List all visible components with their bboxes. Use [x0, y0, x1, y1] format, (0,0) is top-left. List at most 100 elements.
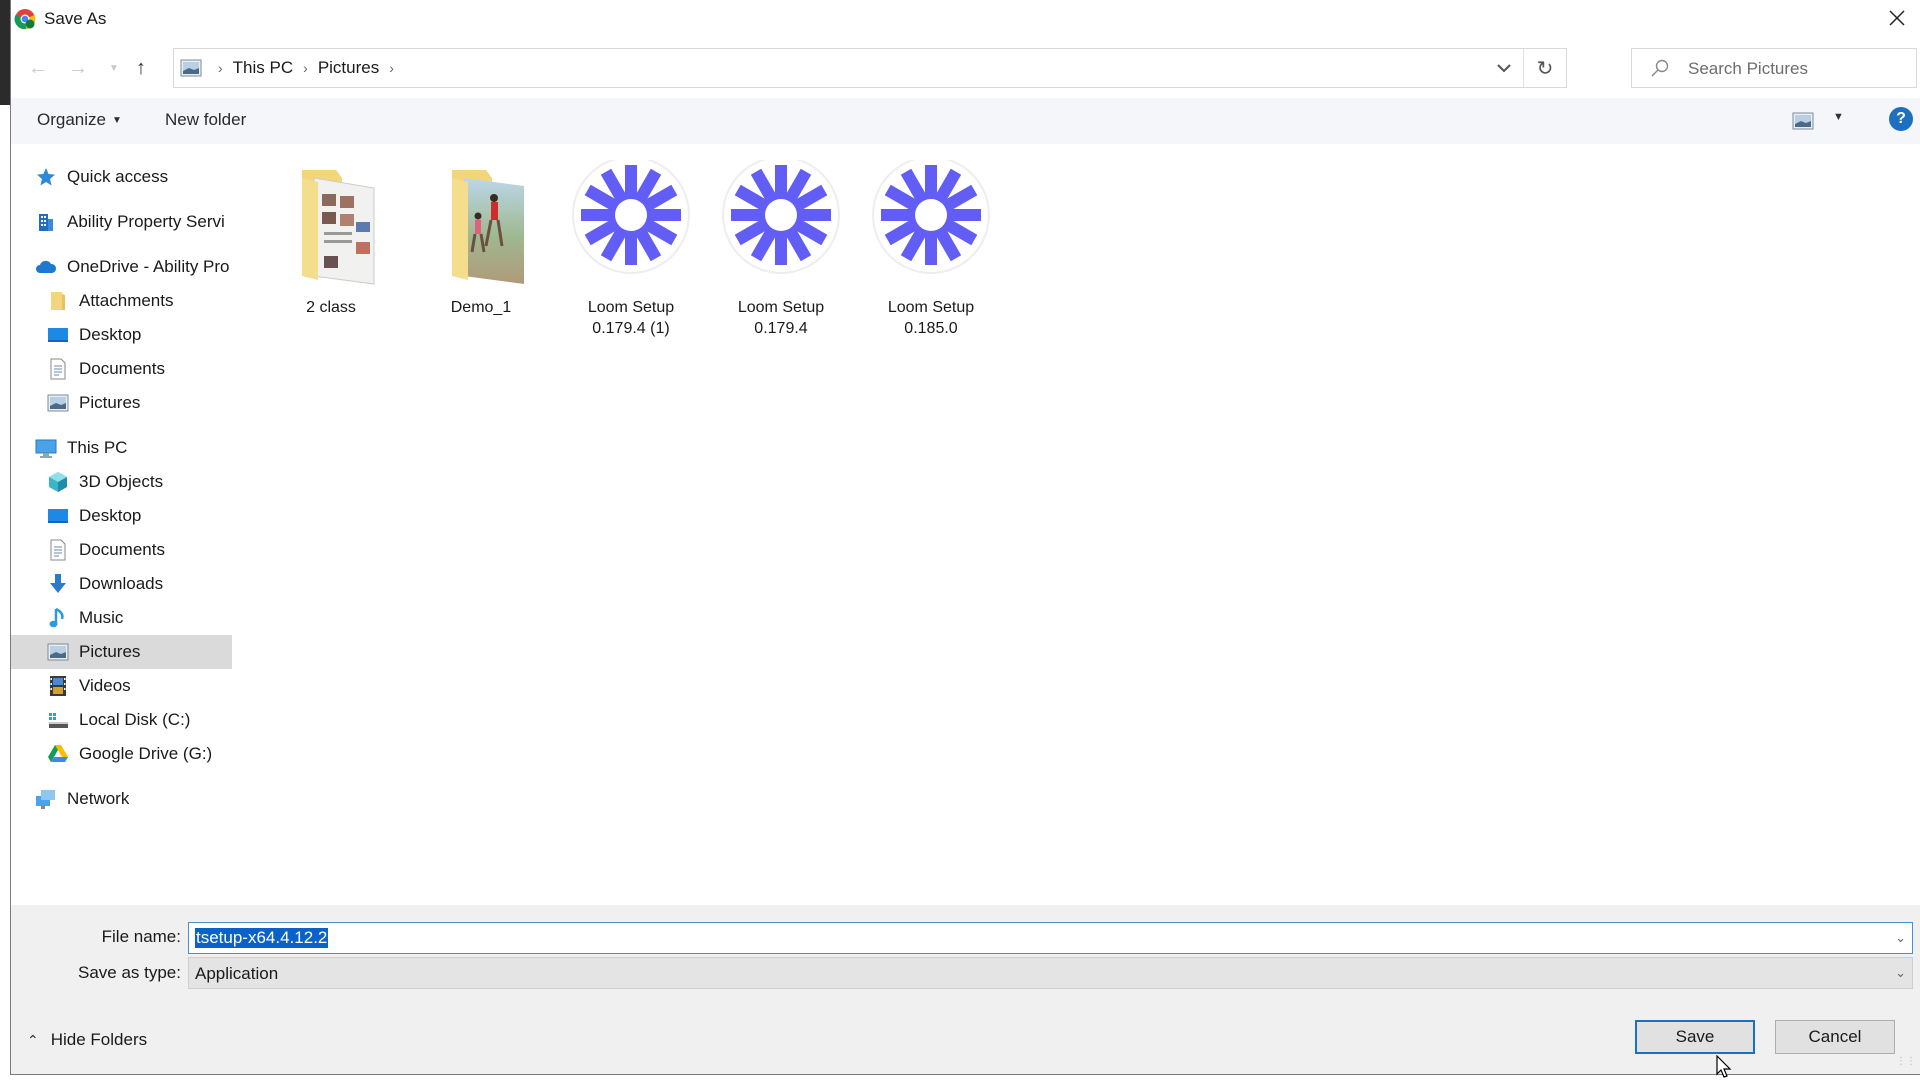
save-options-panel: File name: tsetup-x64.4.12.2 ⌄ Save as t…: [11, 905, 1920, 1075]
search-input[interactable]: Search Pictures: [1631, 48, 1917, 88]
save-button[interactable]: Save: [1635, 1020, 1755, 1054]
resize-grip[interactable]: ⋮⋮: [1896, 1056, 1916, 1067]
recent-locations-button[interactable]: ▼: [99, 54, 129, 82]
sidebar-item-label: Attachments: [79, 291, 174, 310]
background-window-edge: [0, 0, 10, 105]
sidebar-item-documents[interactable]: Documents: [11, 352, 232, 386]
sidebar-item-downloads[interactable]: Downloads: [11, 567, 232, 601]
navigation-bar: ← → ▼ ↑ › This PC › Pictures › ↻ Search …: [11, 48, 1920, 88]
breadcrumb-this-pc[interactable]: This PC: [233, 58, 293, 78]
folder-with-documents-icon: [302, 170, 375, 285]
chevron-down-icon[interactable]: ⌄: [1895, 930, 1906, 946]
pictures-icon: [47, 641, 69, 663]
sidebar-item-label: Pictures: [79, 393, 141, 412]
file-item-loom-setup-0-185-0[interactable]: Loom Setup 0.185.0: [856, 156, 1006, 339]
sidebar-item-3d-objects[interactable]: 3D Objects: [11, 465, 232, 499]
file-name-input[interactable]: tsetup-x64.4.12.2 ⌄: [188, 922, 1913, 954]
sidebar-item-pictures[interactable]: Pictures: [11, 635, 232, 669]
forward-button[interactable]: →: [63, 54, 93, 82]
cloud-icon: [35, 256, 57, 278]
sidebar-item-network[interactable]: Network: [11, 782, 232, 816]
chevron-down-icon: ▼: [109, 62, 119, 74]
breadcrumb-separator[interactable]: ›: [303, 60, 308, 76]
sidebar-item-ability-property-servi[interactable]: Ability Property Servi: [11, 205, 232, 239]
sidebar-item-videos[interactable]: Videos: [11, 669, 232, 703]
hide-folders-button[interactable]: ⌃ Hide Folders: [27, 1030, 147, 1050]
file-name-line1: Loom Setup: [887, 299, 975, 316]
save-as-type-select[interactable]: Application ⌄: [188, 957, 1913, 989]
desktop-icon: [47, 324, 69, 346]
videos-icon: [47, 675, 69, 697]
close-icon: [1889, 10, 1905, 26]
hide-folders-label: Hide Folders: [50, 1030, 148, 1049]
file-item-2-class[interactable]: 2 class: [256, 160, 406, 318]
sidebar-item-onedrive-ability-pro[interactable]: OneDrive - Ability Pro: [11, 250, 232, 284]
file-name-line2: 0.179.4: [754, 320, 808, 337]
sidebar-item-quick-access[interactable]: Quick access: [11, 160, 232, 194]
window-title: Save As: [44, 9, 107, 28]
file-name: Demo_1: [450, 299, 512, 316]
documents-icon: [47, 539, 69, 561]
organize-button[interactable]: Organize ▼: [37, 110, 122, 130]
documents-icon: [47, 358, 69, 380]
address-bar[interactable]: › This PC › Pictures › ↻: [173, 48, 1567, 88]
mouse-cursor-icon: [1716, 1055, 1732, 1078]
file-item-loom-setup-0-179-4-1[interactable]: Loom Setup 0.179.4 (1): [556, 156, 706, 339]
file-name-value: tsetup-x64.4.12.2: [195, 928, 329, 948]
pictures-location-icon: [180, 59, 202, 77]
file-list: 2 class Demo_1 Loom Setup 0.179.4 (1) Lo…: [250, 156, 1920, 900]
music-icon: [47, 607, 69, 629]
sidebar-item-label: Documents: [79, 540, 165, 559]
back-arrow-icon: ←: [28, 56, 48, 79]
sidebar-item-label: Local Disk (C:): [79, 710, 191, 729]
address-history-dropdown[interactable]: [1484, 49, 1524, 87]
up-arrow-icon: ↑: [136, 56, 146, 79]
close-button[interactable]: [1874, 0, 1920, 36]
sidebar-item-label: Google Drive (G:): [79, 744, 213, 763]
sidebar-item-google-drive-g[interactable]: Google Drive (G:): [11, 737, 232, 771]
sidebar-item-pictures[interactable]: Pictures: [11, 386, 232, 420]
breadcrumb-separator[interactable]: ›: [389, 60, 394, 76]
up-button[interactable]: ↑: [126, 54, 156, 82]
downloads-icon: [47, 573, 69, 595]
sidebar-item-label: Videos: [79, 676, 131, 695]
sidebar-item-desktop[interactable]: Desktop: [11, 499, 232, 533]
sidebar-item-music[interactable]: Music: [11, 601, 232, 635]
cancel-button[interactable]: Cancel: [1775, 1020, 1895, 1054]
loom-icon: [572, 156, 690, 274]
command-bar: Organize ▼ New folder ▼ ?: [11, 98, 1920, 144]
new-folder-button[interactable]: New folder: [165, 110, 246, 130]
search-placeholder: Search Pictures: [1688, 59, 1808, 78]
search-icon: [1651, 59, 1669, 77]
organize-label: Organize: [37, 110, 106, 129]
save-as-type-value: Application: [195, 964, 279, 983]
refresh-icon: ↻: [1536, 57, 1554, 80]
chevron-down-icon: ⌄: [1895, 965, 1906, 980]
refresh-button[interactable]: ↻: [1523, 49, 1566, 87]
sidebar-item-label: Network: [67, 789, 130, 808]
sidebar-item-label: Downloads: [79, 574, 164, 593]
sidebar-item-this-pc[interactable]: This PC: [11, 431, 232, 465]
chevron-down-icon: [1497, 63, 1511, 72]
sidebar-item-desktop[interactable]: Desktop: [11, 318, 232, 352]
help-button[interactable]: ?: [1889, 107, 1913, 131]
sidebar-item-documents[interactable]: Documents: [11, 533, 232, 567]
title-bar: [11, 0, 1920, 38]
back-button[interactable]: ←: [23, 54, 53, 82]
forward-arrow-icon: →: [68, 56, 88, 79]
sidebar-item-attachments[interactable]: Attachments: [11, 284, 232, 318]
breadcrumb-separator[interactable]: ›: [218, 60, 223, 76]
network-icon: [35, 788, 57, 810]
file-item-demo-1[interactable]: Demo_1: [406, 160, 556, 318]
sidebar-item-local-disk-c[interactable]: Local Disk (C:): [11, 703, 232, 737]
view-options-dropdown[interactable]: ▼: [1833, 111, 1844, 123]
file-item-loom-setup-0-179-4[interactable]: Loom Setup 0.179.4: [706, 156, 856, 339]
3d-objects-icon: [47, 471, 69, 493]
folder-icon: [47, 290, 69, 312]
pictures-icon: [47, 392, 69, 414]
sidebar-item-label: Ability Property Servi: [67, 212, 225, 231]
local-disk-icon: [47, 709, 69, 731]
change-view-icon[interactable]: [1792, 112, 1814, 130]
file-name-line2: 0.179.4 (1): [592, 320, 670, 337]
breadcrumb-pictures[interactable]: Pictures: [318, 58, 379, 78]
